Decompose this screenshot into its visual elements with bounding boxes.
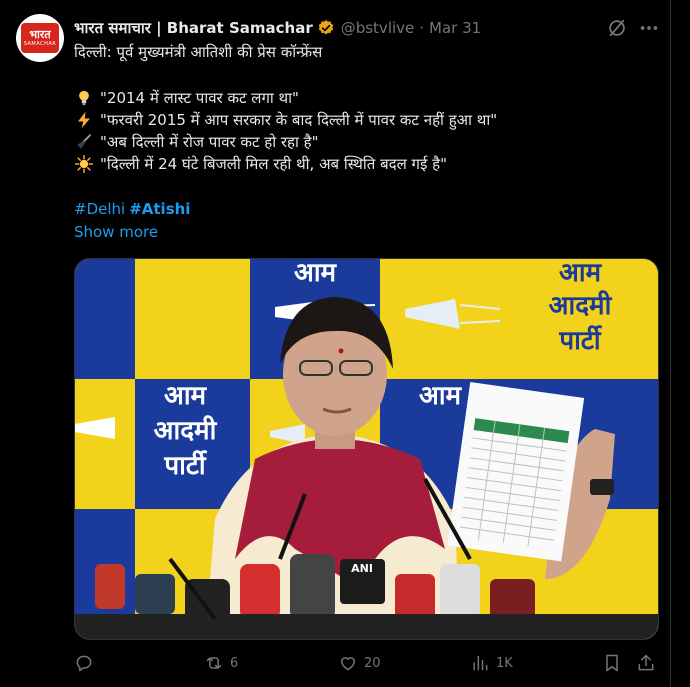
- banner-word-2: आदमी: [549, 290, 613, 321]
- tweet-card[interactable]: भारत SAMACHAR भारत समाचार | Bharat Samac…: [0, 0, 671, 687]
- share-button[interactable]: [636, 653, 656, 673]
- banner-word-7: पार्टी: [163, 450, 208, 481]
- grok-icon[interactable]: [606, 17, 628, 39]
- lightning-icon: [74, 110, 94, 130]
- bullet-3-text: "अब दिल्ली में रोज पावर कट हो रहा है": [100, 133, 319, 151]
- hashtag-atishi[interactable]: #Atishi: [129, 200, 190, 218]
- avatar-logo-text: भारत: [29, 28, 51, 41]
- repost-count: 6: [230, 655, 239, 671]
- show-more-link[interactable]: Show more: [74, 223, 158, 241]
- banner-word-5: आम: [164, 381, 208, 411]
- like-button[interactable]: 20: [338, 653, 381, 673]
- reply-button[interactable]: [74, 653, 100, 673]
- views-icon: [473, 655, 488, 671]
- tweet-bullet-4: "दिल्ली में 24 घंटे बिजली मिल रही थी, अब…: [74, 154, 447, 174]
- author-name[interactable]: भारत समाचार | Bharat Samachar: [74, 18, 313, 38]
- banner-word-6: आदमी: [154, 415, 218, 446]
- author-avatar[interactable]: भारत SAMACHAR: [16, 14, 64, 62]
- like-count: 20: [364, 655, 381, 671]
- views-count: 1K: [496, 655, 513, 671]
- verified-badge-icon[interactable]: [317, 19, 335, 37]
- banner-word-3: पार्टी: [558, 325, 603, 356]
- hashtag-delhi[interactable]: #Delhi: [74, 200, 125, 218]
- bharat-samachar-logo: भारत SAMACHAR: [21, 23, 59, 53]
- tweet-bullet-3: "अब दिल्ली में रोज पावर कट हो रहा है": [74, 132, 319, 152]
- reply-icon: [76, 655, 92, 672]
- tweet-actions-bar: 6 20 1K: [74, 653, 664, 675]
- sun-icon: [74, 154, 94, 174]
- bullet-2-text: "फरवरी 2015 में आप सरकार के बाद दिल्ली म…: [100, 111, 498, 129]
- tweet-header: भारत समाचार | Bharat Samachar @bstvlive …: [74, 17, 481, 39]
- hashtags: #Delhi #Atishi: [74, 200, 190, 218]
- bookmark-button[interactable]: [602, 653, 622, 673]
- bullet-4-text: "दिल्ली में 24 घंटे बिजली मिल रही थी, अब…: [100, 155, 447, 173]
- heart-icon: [341, 657, 355, 671]
- tweet-bullet-1: "2014 में लास्ट पावर कट लगा था": [74, 88, 299, 108]
- tweet-date[interactable]: Mar 31: [429, 19, 481, 37]
- press-conference-photo: आम आदमी पार्टी आम आम आदमी पार्टी आम ANI: [75, 259, 658, 639]
- tweet-bullet-2: "फरवरी 2015 में आप सरकार के बाद दिल्ली म…: [74, 110, 497, 130]
- tweet-headline: दिल्ली: पूर्व मुख्यमंत्री आतिशी की प्रेस…: [74, 43, 323, 61]
- views-button[interactable]: 1K: [470, 653, 513, 673]
- broom-icon: [74, 132, 94, 152]
- more-options-icon[interactable]: [638, 17, 660, 39]
- bullet-1-text: "2014 में लास्ट पावर कट लगा था": [100, 89, 299, 107]
- banner-word-4: आम: [294, 259, 338, 288]
- avatar-logo-sub: SAMACHAR: [23, 41, 57, 47]
- ani-mic-label: ANI: [351, 562, 373, 575]
- banner-word-8: आम: [419, 381, 463, 411]
- tweet-media-image[interactable]: आम आदमी पार्टी आम आम आदमी पार्टी आम ANI: [74, 258, 659, 640]
- author-handle[interactable]: @bstvlive: [341, 19, 415, 37]
- share-icon: [638, 654, 654, 671]
- document-sheet: [447, 382, 585, 562]
- banner-word-1: आम: [559, 259, 603, 288]
- lightbulb-icon: [74, 88, 94, 108]
- repost-button[interactable]: 6: [204, 653, 238, 673]
- bookmark-icon: [606, 654, 618, 672]
- repost-icon: [206, 657, 222, 669]
- separator-dot: ·: [419, 19, 425, 37]
